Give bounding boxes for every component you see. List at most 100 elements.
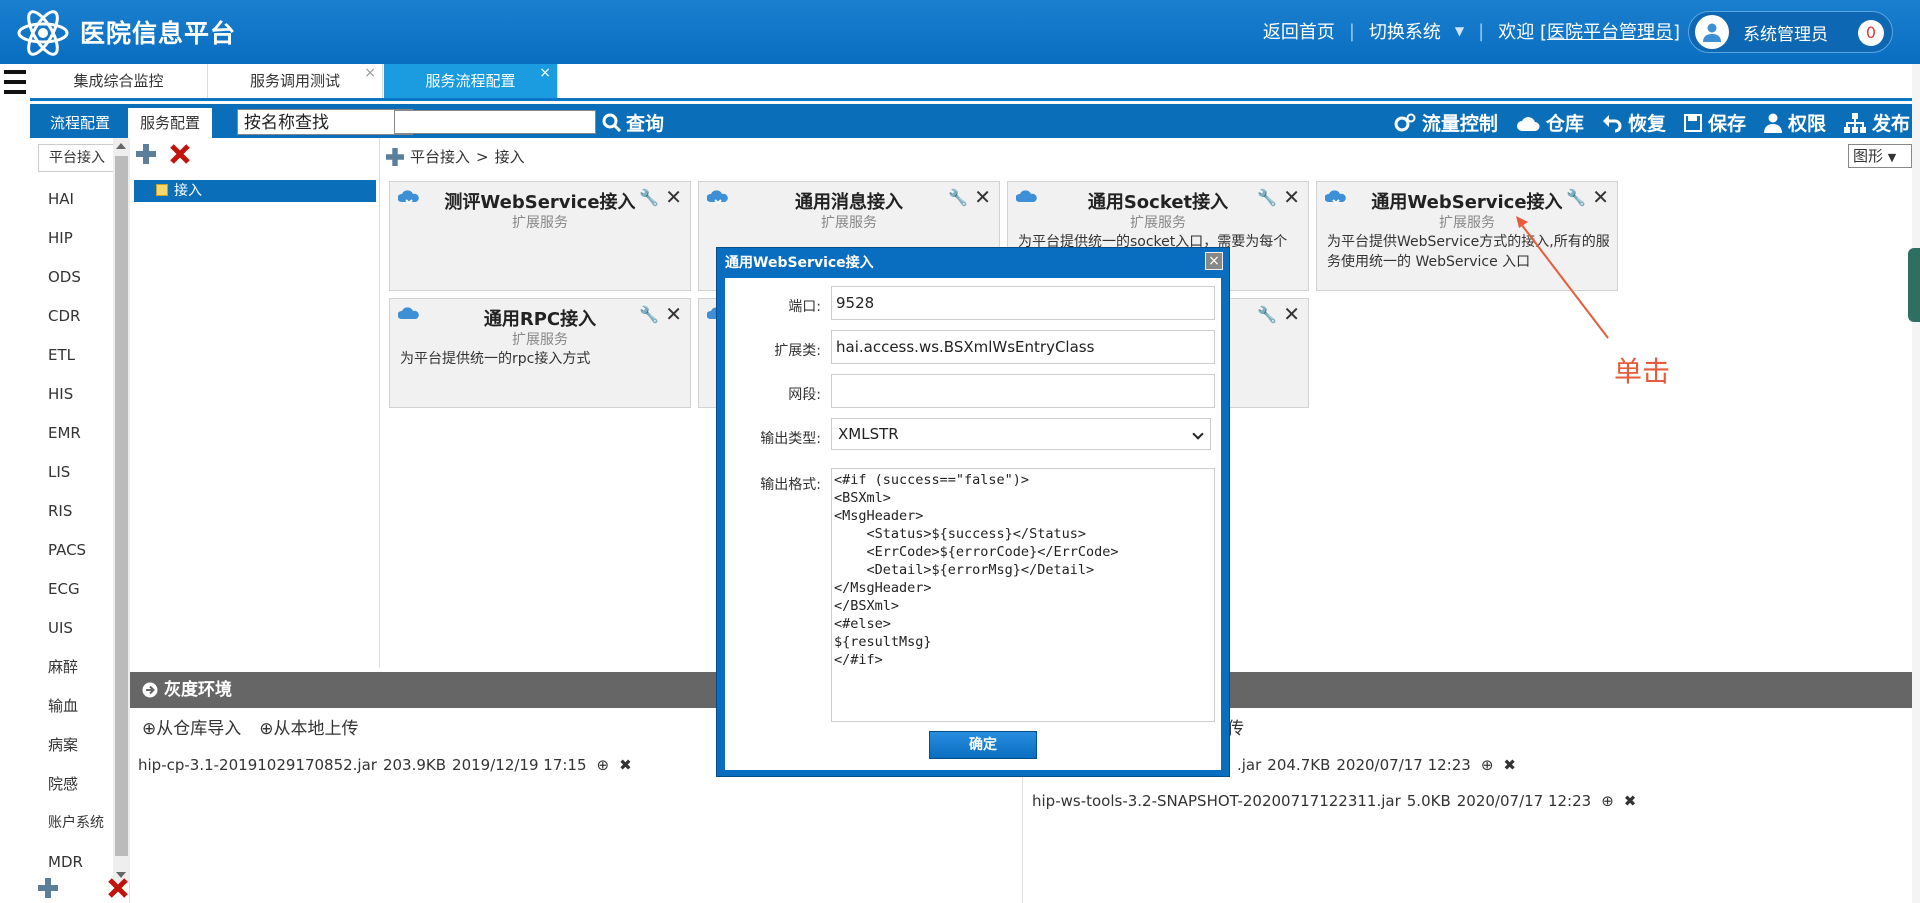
sidebar-item[interactable]: 麻醉	[30, 648, 112, 687]
search-mode-select[interactable]: 按名称查找	[237, 109, 413, 135]
restore-button[interactable]: 恢复	[1602, 109, 1666, 136]
sidebar-item[interactable]: LIS	[30, 453, 112, 492]
sidebar-item[interactable]: ETL	[30, 336, 112, 375]
scroll-up-icon[interactable]	[116, 143, 126, 149]
file-row: hip-cp-3.1-20191029170852.jar 203.9KB 20…	[138, 756, 632, 774]
view-mode-select[interactable]: 图形 ▼	[1848, 144, 1912, 168]
save-icon	[1683, 113, 1702, 132]
close-tab-icon[interactable]: ×	[539, 56, 551, 90]
file-name: hip-ws-tools-3.2-SNAPSHOT-20200717122311…	[1032, 792, 1401, 810]
wrench-icon[interactable]: 🔧	[1257, 305, 1277, 324]
category-sidebar: 平台接入 HAI HIP ODS CDR ETL HIS EMR LIS RIS…	[30, 138, 130, 903]
search-button[interactable]: 查询	[602, 109, 664, 136]
sidebar-item[interactable]: EMR	[30, 414, 112, 453]
add-icon[interactable]	[136, 144, 156, 164]
subtab-service-config[interactable]: 服务配置	[128, 108, 213, 138]
port-input[interactable]: 9528	[831, 286, 1215, 320]
action-label: 权限	[1787, 113, 1826, 135]
save-button[interactable]: 保存	[1683, 109, 1746, 136]
class-input[interactable]: hai.access.ws.BSXmlWsEntryClass	[831, 330, 1215, 364]
wrench-icon[interactable]: 🔧	[1257, 188, 1277, 207]
service-card[interactable]: 通用RPC接入 扩展服务 为平台提供统一的rpc接入方式 🔧 ✕	[389, 298, 691, 408]
page-scrollbar[interactable]	[1912, 64, 1920, 903]
upload-local-link[interactable]: ⊕从本地上传	[259, 714, 358, 739]
close-tab-icon[interactable]: ×	[364, 56, 376, 90]
file-date: 2019/12/19 17:15	[452, 756, 587, 774]
delete-icon[interactable]: ✖	[1503, 756, 1516, 774]
service-card[interactable]: 测评WebService接入 扩展服务 🔧 ✕	[389, 181, 691, 291]
close-icon[interactable]: ✕	[974, 187, 991, 207]
tab-service-flow-config[interactable]: 服务流程配置 ×	[384, 64, 558, 98]
close-icon[interactable]: ✕	[1283, 304, 1300, 324]
sidebar-scrollbar[interactable]	[113, 138, 130, 883]
sidebar-head[interactable]: 平台接入	[38, 144, 116, 172]
permission-button[interactable]: 权限	[1763, 109, 1826, 136]
wrench-icon[interactable]: 🔧	[639, 188, 659, 207]
sidebar-item[interactable]: 输血	[30, 687, 112, 726]
close-icon[interactable]: ×	[1205, 252, 1223, 270]
delete-icon[interactable]	[170, 144, 190, 164]
user-name: 系统管理员	[1743, 24, 1828, 45]
welcome-user-link[interactable]: 医院平台管理员	[1547, 22, 1673, 43]
breadcrumb-root[interactable]: 平台接入	[410, 146, 470, 167]
tab-label: 集成综合监控	[73, 72, 164, 90]
sidebar-item[interactable]: CDR	[30, 297, 112, 336]
ok-button[interactable]: 确定	[929, 731, 1037, 759]
delete-icon[interactable]	[108, 878, 128, 898]
subtab-flow-config[interactable]: 流程配置	[38, 108, 122, 138]
delete-icon[interactable]: ✖	[1624, 792, 1637, 810]
tab-integration-monitor[interactable]: 集成综合监控	[30, 64, 208, 98]
close-icon[interactable]: ✕	[1283, 187, 1300, 207]
header-links: 返回首页 | 切换系统 ▼ | 欢迎 [医院平台管理员]	[1263, 18, 1680, 44]
side-grip-handle[interactable]	[1908, 248, 1920, 322]
close-icon[interactable]: ✕	[1592, 187, 1609, 207]
sidebar-item[interactable]: ODS	[30, 258, 112, 297]
add-icon[interactable]	[38, 878, 58, 898]
sidebar-item[interactable]: 账户系统	[30, 804, 112, 843]
download-icon[interactable]: ⊕	[1601, 792, 1614, 810]
switch-system-link[interactable]: 切换系统	[1369, 18, 1441, 44]
file-name: .jar	[1237, 756, 1262, 774]
chevron-down-icon[interactable]: ▼	[1455, 24, 1464, 38]
dialog-body: 端口: 9528 扩展类: hai.access.ws.BSXmlWsEntry…	[725, 278, 1221, 770]
traffic-control-button[interactable]: 流量控制	[1394, 109, 1498, 136]
download-icon[interactable]: ⊕	[597, 756, 610, 774]
user-menu[interactable]: 系统管理员 0	[1688, 11, 1893, 53]
output-type-value: XMLSTR	[838, 425, 899, 443]
upload-local-label: 从本地上传	[273, 719, 359, 739]
wrench-icon[interactable]: 🔧	[1566, 188, 1586, 207]
import-from-repo-link[interactable]: ⊕从仓库导入	[142, 714, 241, 739]
sidebar-item[interactable]: 病案	[30, 726, 112, 765]
sidebar-item[interactable]: HIP	[30, 219, 112, 258]
tree-node-label: 接入	[174, 183, 202, 199]
home-link[interactable]: 返回首页	[1263, 18, 1335, 44]
download-icon[interactable]: ⊕	[1481, 756, 1494, 774]
notification-badge[interactable]: 0	[1858, 20, 1884, 46]
sidebar-item[interactable]: MDR	[30, 843, 112, 882]
output-type-select[interactable]: XMLSTR	[831, 418, 1211, 450]
delete-icon[interactable]: ✖	[619, 756, 632, 774]
sidebar-item[interactable]: 院感	[30, 765, 112, 804]
tree-pane: 接入	[130, 138, 380, 668]
wrench-icon[interactable]: 🔧	[639, 305, 659, 324]
segment-input[interactable]	[831, 374, 1215, 408]
hamburger-menu-icon[interactable]	[0, 64, 30, 104]
sidebar-item[interactable]: HAI	[30, 180, 112, 219]
sidebar-item[interactable]: PACS	[30, 531, 112, 570]
undo-icon	[1602, 114, 1622, 132]
tree-node-access[interactable]: 接入	[134, 180, 376, 202]
search-input[interactable]	[394, 110, 596, 134]
output-format-textarea[interactable]: <#if (success=="false")> <BSXml> <MsgHea…	[831, 468, 1215, 722]
sidebar-item[interactable]: ECG	[30, 570, 112, 609]
close-icon[interactable]: ✕	[665, 304, 682, 324]
sidebar-item[interactable]: UIS	[30, 609, 112, 648]
add-icon[interactable]	[386, 147, 404, 166]
publish-button[interactable]: 发布	[1843, 109, 1910, 136]
close-icon[interactable]: ✕	[665, 187, 682, 207]
sidebar-item[interactable]: RIS	[30, 492, 112, 531]
scroll-thumb[interactable]	[115, 156, 128, 856]
wrench-icon[interactable]: 🔧	[948, 188, 968, 207]
repository-button[interactable]: 仓库	[1516, 109, 1584, 136]
sidebar-item[interactable]: HIS	[30, 375, 112, 414]
tab-service-call-test[interactable]: 服务调用测试 ×	[208, 64, 383, 98]
